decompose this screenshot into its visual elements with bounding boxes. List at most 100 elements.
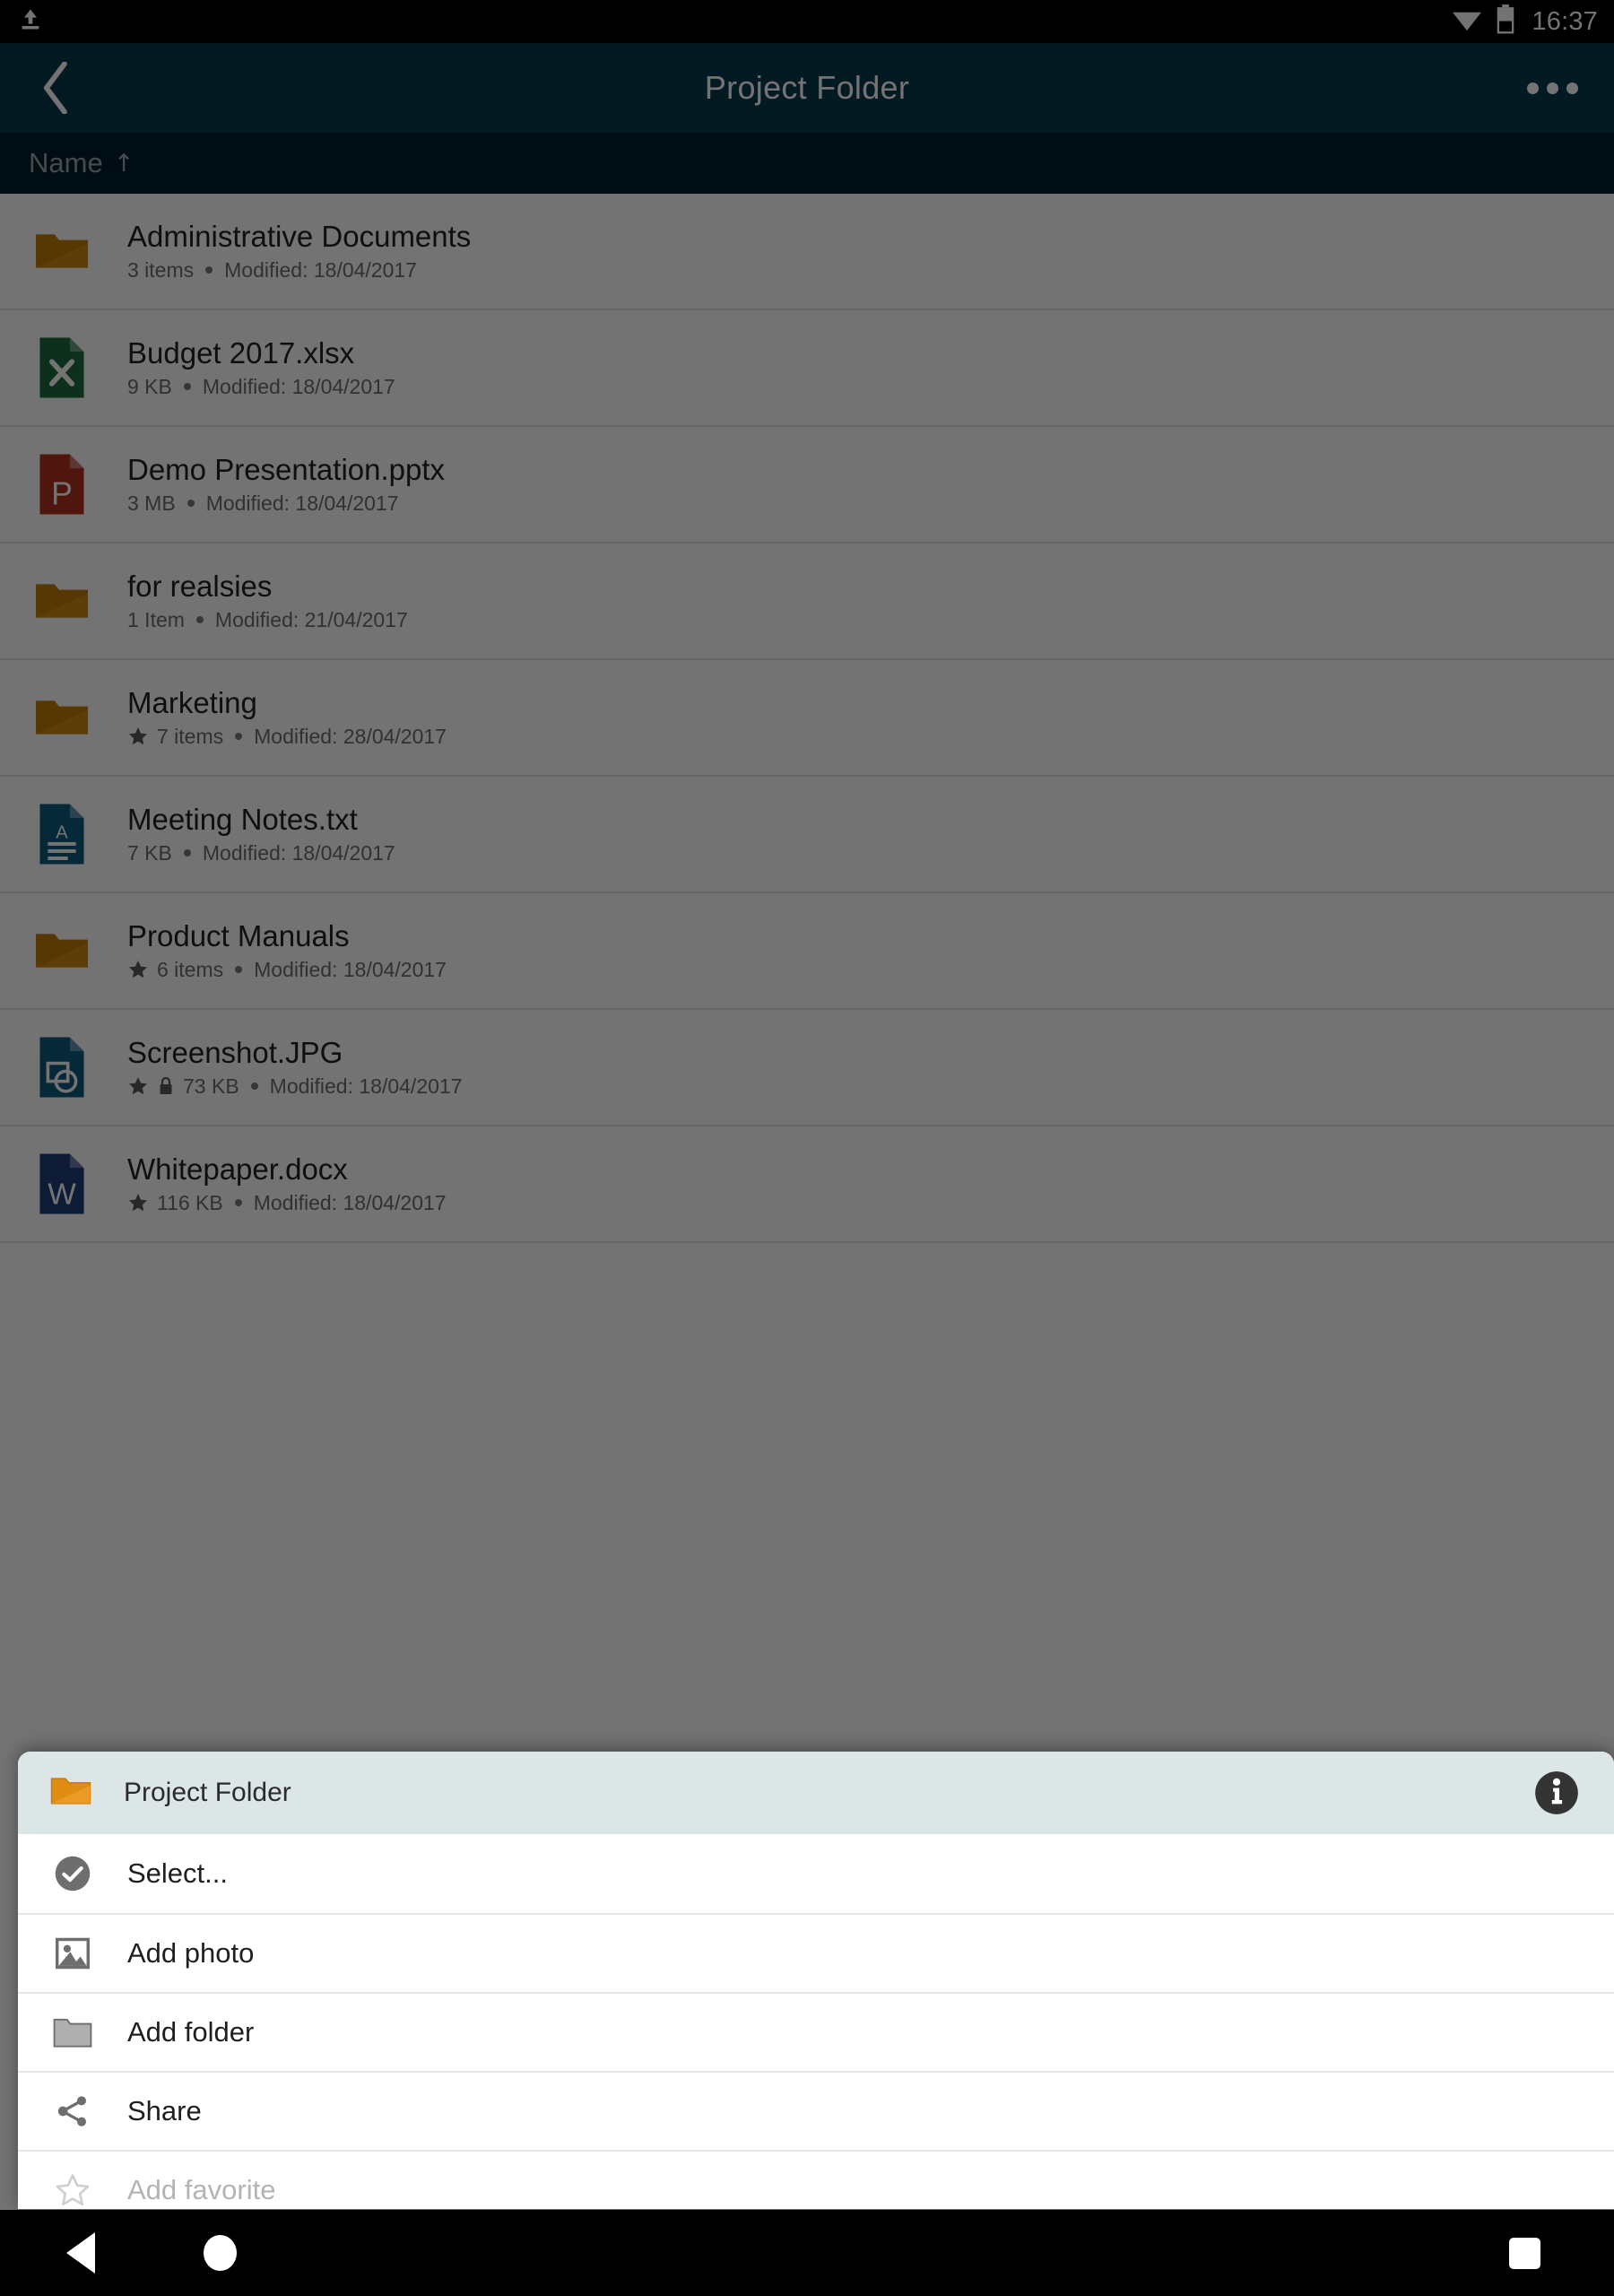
file-size: 73 KB (183, 1074, 239, 1098)
file-name: Demo Presentation.pptx (127, 453, 446, 487)
sheet-menu-item-add-photo[interactable]: Add photo (18, 1913, 1614, 1992)
svg-text:A: A (56, 822, 68, 842)
folder-outline-icon (52, 2012, 93, 2053)
file-modified-date: Modified: 18/04/2017 (202, 840, 395, 865)
file-size: 1 Item (127, 607, 185, 631)
sheet-menu-item-add-favorite: Add favorite (18, 2150, 1614, 2209)
file-row-text: Whitepaper.docx 116 KB Modified: 18/04/201… (127, 1153, 447, 1214)
file-meta: 1 Item Modified: 21/04/2017 (127, 609, 408, 631)
file-row[interactable]: Product Manuals 6 items Modified: 18/04/20… (0, 893, 1614, 1010)
nav-recents-button[interactable] (1488, 2217, 1560, 2289)
file-row[interactable]: Budget 2017.xlsx 9 KB Modified: 18/04/2017 (0, 310, 1614, 427)
file-modified-date: Modified: 18/04/2017 (253, 1190, 447, 1214)
word-file-icon: W (30, 1150, 93, 1218)
file-size: 3 items (127, 257, 195, 282)
file-row[interactable]: Marketing 7 items Modified: 28/04/2017 (0, 660, 1614, 777)
excel-file-icon (30, 334, 93, 402)
file-modified-date: Modified: 28/04/2017 (254, 724, 447, 748)
file-row[interactable]: Administrative Documents 3 items Modified:… (0, 194, 1614, 310)
file-row-text: Demo Presentation.pptx 3 MB Modified: 18/0… (127, 453, 446, 514)
sheet-menu-item-add-folder[interactable]: Add folder (18, 1992, 1614, 2071)
back-button[interactable] (25, 57, 88, 119)
star-outline-icon (52, 2170, 93, 2209)
file-name: Administrative Documents (127, 220, 472, 254)
overflow-menu-button[interactable] (1514, 57, 1591, 119)
file-row[interactable]: for realsies 1 Item Modified: 21/04/2017 (0, 544, 1614, 660)
file-row-text: Administrative Documents 3 items Modified:… (127, 220, 472, 282)
nav-back-button[interactable] (45, 2217, 117, 2289)
sheet-menu-item-label: Select... (127, 1857, 228, 1889)
file-name: Budget 2017.xlsx (127, 336, 355, 370)
meta-separator (205, 265, 213, 274)
sheet-menu-item-label: Add favorite (127, 2174, 276, 2205)
sheet-menu-item-label: Share (127, 2095, 202, 2126)
recents-square-icon (1508, 2237, 1540, 2269)
file-meta: 7 items Modified: 28/04/2017 (127, 726, 447, 747)
file-modified-date: Modified: 18/04/2017 (254, 957, 447, 981)
check-circle-icon (52, 1853, 93, 1894)
meta-separator (250, 1082, 258, 1090)
file-row-text: for realsies 1 Item Modified: 21/04/2017 (127, 570, 408, 631)
sheet-menu-item-share[interactable]: Share (18, 2071, 1614, 2150)
file-meta: 7 KB Modified: 18/04/2017 (127, 842, 395, 864)
page-title: Project Folder (704, 69, 910, 106)
file-meta: 9 KB Modified: 18/04/2017 (127, 376, 395, 397)
image-file-icon (30, 1033, 93, 1101)
folder-icon (30, 683, 93, 752)
bottom-sheet-menu: Project Folder Select... Add photo Add fol… (18, 1752, 1614, 2209)
overflow-dot-3 (1566, 82, 1578, 94)
share-icon (52, 2091, 93, 2132)
file-row[interactable]: Screenshot.JPG 73 KB Modified: 18/04/2017 (0, 1010, 1614, 1126)
favorite-star-icon (127, 959, 149, 980)
wifi-icon (1451, 7, 1483, 37)
info-icon (1535, 1771, 1578, 1814)
file-row-text: Product Manuals 6 items Modified: 18/04/20… (127, 919, 447, 981)
file-size: 7 items (157, 724, 224, 748)
status-bar-left (18, 6, 43, 37)
file-modified-date: Modified: 21/04/2017 (214, 607, 408, 631)
sort-bar[interactable]: Name ↑ (0, 133, 1614, 194)
file-modified-date: Modified: 18/04/2017 (202, 374, 395, 398)
image-icon (52, 1933, 93, 1974)
meta-separator (234, 1198, 242, 1206)
favorite-star-icon (127, 1192, 149, 1213)
status-bar: 16:37 (0, 0, 1614, 43)
overflow-dot-2 (1546, 82, 1558, 94)
file-row-text: Meeting Notes.txt 7 KB Modified: 18/04/201… (127, 804, 395, 864)
file-row[interactable]: P Demo Presentation.pptx 3 MB Modified: 18/… (0, 427, 1614, 544)
sheet-menu-item-select[interactable]: Select... (18, 1834, 1614, 1913)
file-meta: 3 MB Modified: 18/04/2017 (127, 492, 445, 514)
meta-separator (183, 382, 191, 390)
meta-separator (235, 965, 243, 973)
svg-text:P: P (51, 475, 73, 511)
bottom-sheet-title: Project Folder (124, 1778, 291, 1807)
favorite-star-icon (127, 726, 149, 747)
file-size: 116 KB (157, 1190, 223, 1214)
file-row[interactable]: W Whitepaper.docx 116 KB Modified: 18/04/20… (0, 1126, 1614, 1243)
text-file-icon: A (30, 800, 93, 868)
folder-icon (50, 1774, 91, 1812)
file-name: Marketing (127, 686, 257, 720)
sort-direction-arrow-icon: ↑ (113, 149, 134, 178)
folder-icon (30, 917, 93, 985)
meta-separator (183, 848, 191, 857)
info-button[interactable] (1532, 1768, 1582, 1818)
device-screen: 16:37 Project Folder Name ↑ Administrati… (0, 0, 1614, 2296)
upload-icon (18, 6, 43, 37)
meta-separator (195, 615, 204, 623)
file-name: Product Manuals (127, 919, 350, 953)
file-row[interactable]: A Meeting Notes.txt 7 KB Modified: 18/04/20… (0, 777, 1614, 893)
file-modified-date: Modified: 18/04/2017 (224, 257, 417, 282)
file-size: 7 KB (127, 840, 172, 865)
nav-home-button[interactable] (184, 2217, 256, 2289)
file-row-text: Screenshot.JPG 73 KB Modified: 18/04/2017 (127, 1037, 462, 1098)
file-size: 6 items (157, 957, 224, 981)
battery-icon (1496, 4, 1515, 39)
svg-text:W: W (48, 1178, 76, 1211)
back-triangle-icon (66, 2232, 95, 2274)
android-navigation-bar (0, 2210, 1614, 2296)
powerpoint-file-icon: P (30, 450, 93, 518)
home-circle-icon (203, 2235, 237, 2271)
file-row-text: Marketing 7 items Modified: 28/04/2017 (127, 686, 447, 747)
file-size: 9 KB (127, 374, 172, 398)
